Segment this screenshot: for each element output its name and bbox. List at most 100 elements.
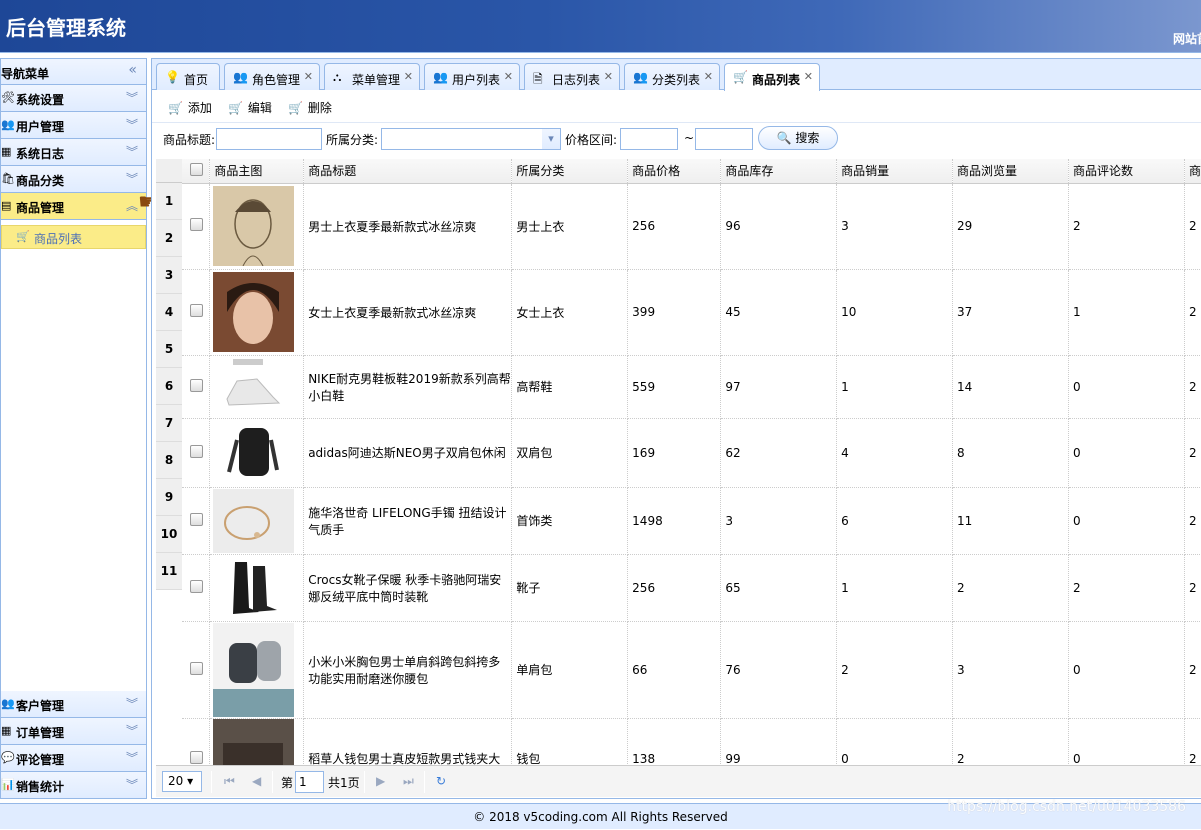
refresh-icon[interactable]: ↻	[436, 774, 446, 788]
first-page-icon[interactable]: ⏮	[224, 774, 235, 789]
row-checkbox-cell[interactable]	[182, 269, 211, 356]
product-stock: 97	[720, 355, 838, 419]
prev-page-icon[interactable]: ◀	[252, 774, 261, 788]
table-row[interactable]: Crocs女靴子保暖 秋季卡骆驰阿瑞安娜反绒平底中筒时装靴 靴子 256 65 …	[182, 554, 1201, 622]
chevron-down-icon[interactable]: ▾	[542, 129, 560, 149]
next-page-icon[interactable]: ▶	[376, 774, 385, 788]
product-comments: 2	[1068, 183, 1185, 270]
column-header[interactable]: 商品主图	[209, 159, 305, 184]
select-all-checkbox[interactable]	[190, 162, 203, 176]
users-icon: 👥	[433, 70, 448, 84]
row-checkbox-cell[interactable]	[182, 487, 211, 555]
tab-product-list[interactable]: 🛒 商品列表 ✕	[724, 63, 820, 91]
table-row[interactable]: 女士上衣夏季最新款式冰丝凉爽 女士上衣 399 45 10 37 1 2	[182, 269, 1201, 356]
column-header[interactable]: 所属分类	[511, 159, 629, 184]
table-row[interactable]: 稻草人钱包男士真皮短款男式钱夹大 钱包 138 99 0 2 0 2	[182, 718, 1201, 765]
close-icon[interactable]: ✕	[704, 70, 713, 83]
column-header[interactable]: 商	[1184, 159, 1201, 184]
delete-cart-icon: 🛒	[288, 101, 303, 115]
product-price: 399	[627, 269, 722, 356]
product-title: 女士上衣夏季最新款式冰丝凉爽	[303, 269, 513, 356]
row-checkbox-cell[interactable]	[182, 621, 211, 719]
tab-label: 分类列表	[652, 73, 701, 87]
search-button[interactable]: 🔍 搜索	[758, 126, 838, 150]
table-row[interactable]: adidas阿迪达斯NEO男子双肩包休闲 双肩包 169 62 4 8 0 2	[182, 418, 1201, 488]
close-icon[interactable]: ✕	[504, 70, 513, 83]
sidebar-item-product-management[interactable]: ▤ 商品管理 ︽	[1, 193, 146, 220]
column-header[interactable]: 商品库存	[720, 159, 838, 184]
product-image	[213, 622, 295, 717]
sidebar-item-system-settings[interactable]: 🛠 系统设置 ︾	[1, 85, 146, 112]
product-price: 256	[627, 183, 722, 270]
row-checkbox[interactable]	[190, 304, 203, 317]
sidebar-item-customer-management[interactable]: 👥 客户管理 ︾	[1, 691, 146, 718]
column-header[interactable]: 商品浏览量	[952, 159, 1069, 184]
sidebar-item-user-management[interactable]: 👥 用户管理 ︾	[1, 112, 146, 139]
collapse-sidebar-icon[interactable]: «	[128, 62, 137, 78]
select-all-checkbox-cell[interactable]	[182, 159, 211, 184]
sidebar-subitem-product-list[interactable]: 🛒 商品列表	[1, 225, 146, 249]
sidebar-item-product-category[interactable]: 🛍 商品分类 ︾	[1, 166, 146, 193]
sidebar-item-sales-stats[interactable]: 📊 销售统计 ︾	[1, 772, 146, 799]
row-checkbox[interactable]	[190, 750, 203, 764]
table-row[interactable]: 男士上衣夏季最新款式冰丝凉爽 男士上衣 256 96 3 29 2 2	[182, 183, 1201, 270]
row-number: 3	[156, 257, 182, 294]
product-category: 首饰类	[511, 487, 629, 555]
row-checkbox-cell[interactable]	[182, 418, 211, 488]
add-button[interactable]: 🛒 添加	[168, 99, 212, 116]
row-checkbox[interactable]	[190, 378, 203, 392]
tab-category-list[interactable]: 👥 分类列表 ✕	[624, 63, 720, 90]
edit-button[interactable]: 🛒 编辑	[228, 99, 272, 116]
separator	[211, 771, 212, 793]
category-select[interactable]: ▾	[381, 128, 561, 150]
row-checkbox-cell[interactable]	[182, 718, 211, 765]
row-checkbox[interactable]	[190, 218, 203, 231]
column-header[interactable]: 商品标题	[303, 159, 513, 184]
edit-cart-icon: 🛒	[228, 101, 243, 115]
sidebar-item-order-management[interactable]: ▦ 订单管理 ︾	[1, 718, 146, 745]
row-checkbox[interactable]	[190, 444, 203, 458]
row-checkbox[interactable]	[190, 579, 203, 593]
category-icon: 👥	[633, 70, 648, 84]
row-checkbox-cell[interactable]	[182, 355, 211, 419]
column-header[interactable]: 商品价格	[627, 159, 722, 184]
log-icon: ▦	[1, 145, 12, 158]
product-title: 小米小米胸包男士单肩斜跨包斜挎多功能实用耐磨迷你腰包	[303, 621, 513, 719]
close-icon[interactable]: ✕	[804, 70, 813, 83]
price-max-input[interactable]	[695, 128, 753, 150]
product-price: 66	[627, 621, 722, 719]
row-checkbox-cell[interactable]	[182, 183, 211, 270]
user-icon: 👥	[1, 118, 15, 131]
table-row[interactable]: 施华洛世奇 LIFELONG手镯 扭结设计气质手 首饰类 1498 3 6 11…	[182, 487, 1201, 555]
column-header[interactable]: 商品销量	[836, 159, 953, 184]
tab-role-management[interactable]: 👥 角色管理 ✕	[224, 63, 320, 90]
product-stock: 45	[720, 269, 838, 356]
product-category: 钱包	[511, 718, 629, 765]
tab-home[interactable]: 💡 首页	[156, 63, 220, 90]
tab-menu-management[interactable]: ⛬ 菜单管理 ✕	[324, 63, 420, 90]
page-size-select[interactable]: 20 ▾	[162, 771, 202, 792]
title-search-input[interactable]	[216, 128, 322, 150]
last-page-icon[interactable]: ⏭	[403, 774, 414, 789]
tab-log-list[interactable]: 🗎 日志列表 ✕	[524, 63, 620, 90]
table-row[interactable]: NIKE耐克男鞋板鞋2019新款系列高帮小白鞋 高帮鞋 559 97 1 14 …	[182, 355, 1201, 419]
customer-icon: 👥	[1, 697, 15, 710]
sidebar-item-comment-management[interactable]: 💬 评论管理 ︾	[1, 745, 146, 772]
close-icon[interactable]: ✕	[404, 70, 413, 83]
separator	[272, 771, 273, 793]
header-home-link[interactable]: 网站首页	[1173, 30, 1201, 47]
sidebar-item-system-log[interactable]: ▦ 系统日志 ︾	[1, 139, 146, 166]
delete-button[interactable]: 🛒 删除	[288, 99, 332, 116]
column-header[interactable]: 商品评论数	[1068, 159, 1185, 184]
tab-user-list[interactable]: 👥 用户列表 ✕	[424, 63, 520, 90]
chevron-down-icon: ︾	[125, 172, 138, 186]
close-icon[interactable]: ✕	[304, 70, 313, 83]
page-number-input[interactable]: 1	[295, 771, 324, 793]
row-checkbox[interactable]	[190, 661, 203, 675]
table-row[interactable]: 小米小米胸包男士单肩斜跨包斜挎多功能实用耐磨迷你腰包 单肩包 66 76 2 3…	[182, 621, 1201, 719]
close-icon[interactable]: ✕	[604, 70, 613, 83]
row-checkbox-cell[interactable]	[182, 554, 211, 622]
product-stock: 96	[720, 183, 838, 270]
row-checkbox[interactable]	[190, 512, 203, 526]
price-min-input[interactable]	[620, 128, 678, 150]
